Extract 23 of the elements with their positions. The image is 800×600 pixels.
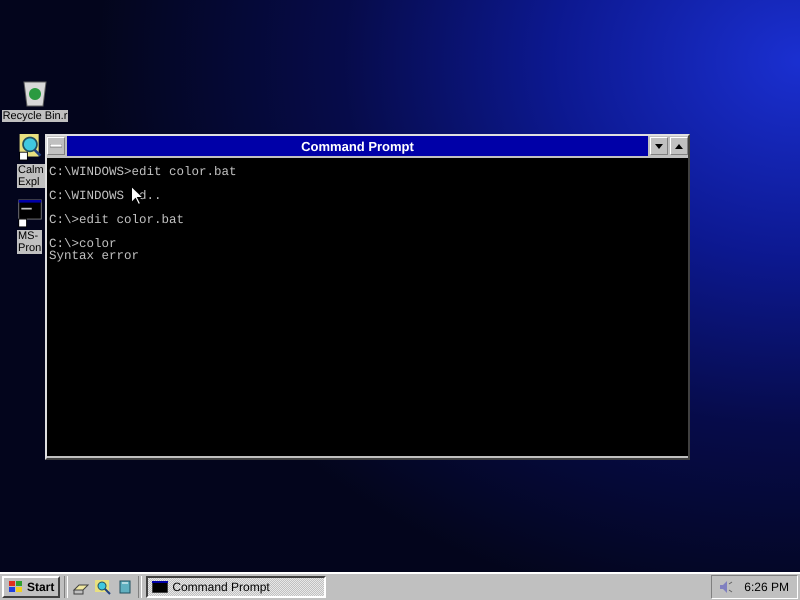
console-text: C:\WINDOWS>edit color.bat [49,166,237,178]
start-button[interactable]: Start [2,576,60,598]
clock: 6:26 PM [744,580,789,594]
minimize-button[interactable] [650,137,668,155]
icon-label: Recycle Bin.r [2,110,68,122]
dos-window-icon[interactable] [17,198,43,228]
dash-icon [50,144,62,148]
console-text: C:\WINDOWS [49,190,124,202]
system-menu-button[interactable] [47,137,65,155]
magnifier-icon[interactable] [94,578,112,596]
magnifier-icon[interactable] [17,132,43,162]
icon-label: MS- Pron [17,230,42,254]
console-text: Syntax error [49,250,140,262]
down-triangle-icon [655,144,663,148]
windows-logo-icon [8,580,24,594]
console-window-icon [152,581,168,593]
console-text: C:\>edit color.bat [49,214,184,226]
taskbar-button[interactable]: Command Prompt [146,576,326,598]
icon-label: Calm Expl [17,164,45,188]
up-triangle-icon [675,144,683,148]
console-text: C:\>color [49,238,117,250]
maximize-button[interactable] [670,137,688,155]
window-title: Command Prompt [67,136,648,156]
